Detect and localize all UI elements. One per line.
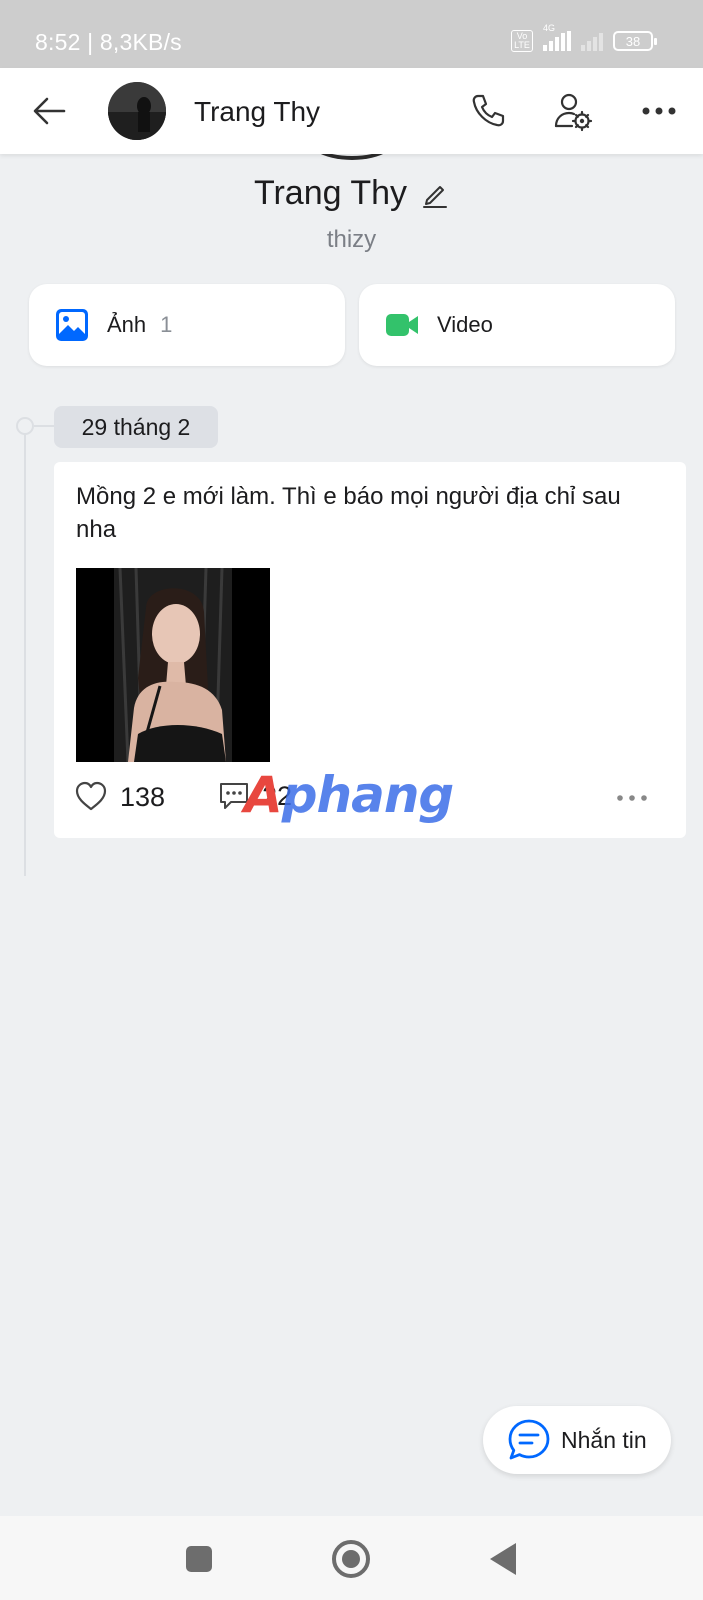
- volte-icon: Vo LTE: [511, 30, 533, 52]
- post-text: Mồng 2 e mới làm. Thì e báo mọi người đị…: [76, 483, 621, 543]
- timeline-line: [24, 424, 26, 876]
- signal-icon: 4G: [543, 23, 571, 51]
- profile-username: thizy: [326, 226, 377, 253]
- video-camera-icon: [386, 314, 418, 336]
- timeline-dot: [16, 417, 34, 435]
- profile-name: Trang Thy: [253, 174, 408, 212]
- user-settings-icon[interactable]: [552, 90, 594, 132]
- app-header: Trang Thy: [0, 68, 703, 154]
- photos-count: 1: [160, 312, 173, 337]
- photos-button[interactable]: Ảnh 1: [29, 284, 345, 366]
- recent-apps-button[interactable]: [186, 1546, 212, 1572]
- post-photo-image: [76, 568, 270, 762]
- back-arrow-icon[interactable]: [30, 92, 68, 130]
- status-icons: Vo LTE 4G 38: [511, 23, 657, 52]
- post-photo[interactable]: [76, 568, 270, 762]
- avatar[interactable]: [108, 82, 166, 140]
- more-icon[interactable]: [638, 90, 680, 132]
- like-button[interactable]: 138: [74, 780, 165, 814]
- system-back-button[interactable]: [490, 1543, 516, 1575]
- message-button-label: Nhắn tin: [561, 1426, 647, 1453]
- status-bar: 8:52 | 8,3KB/s Vo LTE 4G 38: [0, 0, 703, 68]
- like-count: 138: [120, 781, 166, 812]
- videos-label: Video: [437, 312, 493, 337]
- home-button[interactable]: [332, 1540, 370, 1578]
- chat-bubble-icon: [508, 1419, 550, 1460]
- battery-icon: 38: [613, 31, 657, 51]
- photos-label: Ảnh: [107, 312, 147, 337]
- post-more-icon[interactable]: [614, 790, 654, 806]
- message-button[interactable]: Nhắn tin: [483, 1406, 671, 1474]
- heart-icon: [75, 781, 107, 811]
- profile-name-row: Trang Thy: [0, 174, 703, 213]
- image-icon: [56, 309, 88, 341]
- watermark-logo: Aphang: [244, 766, 454, 824]
- network-type: 4G: [543, 23, 556, 33]
- system-nav-bar: [0, 1516, 703, 1600]
- date-chip: 29 tháng 2: [54, 406, 218, 448]
- timeline-connector: [34, 425, 54, 427]
- status-time: 8:52 | 8,3KB/s: [35, 29, 182, 55]
- avatar-photo: [108, 82, 166, 140]
- phone-icon[interactable]: [467, 90, 509, 132]
- edit-pencil-icon[interactable]: [421, 180, 449, 208]
- videos-button[interactable]: Video: [359, 284, 675, 366]
- header-title: Trang Thy: [194, 96, 321, 127]
- battery-level: 38: [625, 33, 641, 49]
- signal-weak-icon: [581, 31, 603, 51]
